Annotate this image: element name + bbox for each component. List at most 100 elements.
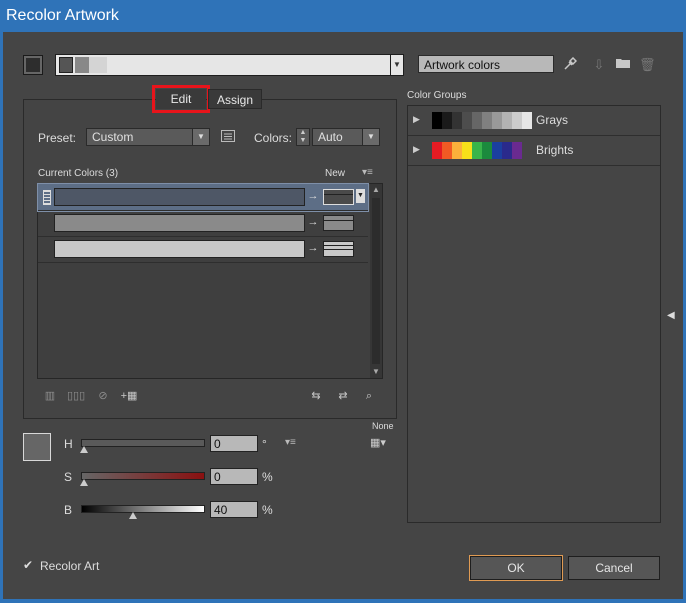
harmony-dropdown-button[interactable]: ▼	[390, 54, 404, 76]
eyedropper-icon[interactable]	[562, 56, 578, 73]
find-colors-in-artwork-icon[interactable]: ⌕	[360, 388, 378, 404]
group-color-swatch	[442, 142, 452, 159]
saturation-slider-thumb[interactable]	[80, 479, 88, 486]
hue-slider-thumb[interactable]	[80, 446, 88, 453]
group-color-swatch	[502, 112, 512, 129]
tab-assign[interactable]: Assign	[208, 89, 262, 109]
brightness-slider-thumb[interactable]	[128, 512, 137, 519]
arrow-right-icon: →	[307, 190, 319, 202]
colors-value: Auto	[318, 130, 343, 144]
delete-color-group-icon[interactable]: 🗑	[639, 57, 656, 73]
scroll-up-icon[interactable]: ▲	[370, 184, 382, 196]
group-color-swatch	[522, 112, 532, 129]
exclude-colors-icon[interactable]: ⊘	[94, 388, 112, 404]
color-group-name-field[interactable]: Artwork colors	[418, 55, 554, 73]
preset-value: Custom	[92, 130, 134, 144]
group-color-swatch	[432, 112, 442, 129]
group-color-swatch	[452, 142, 462, 159]
base-color-swatch[interactable]	[23, 55, 43, 75]
s-label: S	[64, 470, 73, 484]
hue-slider[interactable]	[81, 439, 205, 447]
color-groups-header: Color Groups	[407, 90, 467, 101]
group-color-swatch	[472, 142, 482, 159]
group-color-swatch	[512, 142, 522, 159]
slider-mode-menu-icon[interactable]: ▾≡	[285, 437, 296, 448]
color-row[interactable]: → ▼	[37, 183, 369, 212]
hue-value-field[interactable]: 0	[210, 435, 258, 452]
new-row-icon[interactable]: +▦	[120, 388, 138, 404]
harmony-color-2	[75, 57, 89, 73]
active-color-swatch[interactable]	[23, 433, 51, 461]
group-color-swatch	[462, 142, 472, 159]
merge-colors-icon[interactable]: ▥	[41, 388, 59, 404]
tab-edit[interactable]: Edit	[152, 85, 210, 113]
title-bar: Recolor Artwork	[0, 0, 686, 32]
randomly-change-order-icon[interactable]: ⇆	[307, 388, 325, 404]
new-color-swatch[interactable]	[323, 189, 354, 205]
current-colors-list: → ▼ → → ▲ ▼	[37, 183, 383, 379]
ok-button[interactable]: OK	[469, 555, 563, 581]
expand-triangle-icon[interactable]: ▶	[413, 144, 420, 155]
recolor-art-label: Recolor Art	[40, 559, 100, 573]
color-row[interactable]: →	[38, 210, 368, 237]
arrow-right-icon: →	[307, 242, 319, 254]
drag-handle-icon[interactable]	[43, 190, 51, 205]
brightness-value-field[interactable]: 40	[210, 501, 258, 518]
dialog-body: ▼ Artwork colors ⇩ 🗑 Edit Assign Preset:…	[3, 32, 683, 599]
color-reduction-options-icon[interactable]	[220, 130, 236, 146]
group-color-swatch	[462, 112, 472, 129]
current-color-bar[interactable]	[54, 214, 305, 232]
color-list-menu-icon[interactable]: ▾≡	[362, 167, 373, 178]
cancel-button[interactable]: Cancel	[568, 556, 660, 580]
harmony-color-3	[89, 57, 107, 73]
brightness-unit: %	[262, 503, 273, 517]
preset-select[interactable]: Custom ▼	[86, 128, 210, 146]
current-color-bar[interactable]	[54, 240, 305, 258]
window-title: Recolor Artwork	[6, 7, 119, 24]
group-color-swatch	[482, 112, 492, 129]
color-swatches-menu-icon[interactable]: ▦▾	[370, 436, 386, 449]
group-color-swatch	[502, 142, 512, 159]
colors-stepper[interactable]: ▲ ▼	[296, 128, 310, 146]
group-color-swatch	[472, 112, 482, 129]
scroll-track[interactable]	[372, 198, 380, 364]
save-color-group-icon[interactable]: ⇩	[591, 57, 607, 73]
color-group-row[interactable]: ▶ Brights	[408, 136, 660, 166]
expand-triangle-icon[interactable]: ▶	[413, 114, 420, 125]
brightness-slider[interactable]	[81, 505, 205, 513]
group-color-swatch	[492, 112, 502, 129]
group-color-swatch	[452, 112, 462, 129]
group-color-swatch	[432, 142, 442, 159]
saturation-value-field[interactable]: 0	[210, 468, 258, 485]
new-colors-header: New	[325, 168, 346, 179]
group-color-swatch	[442, 112, 452, 129]
collapse-panel-icon[interactable]: ◀	[667, 310, 675, 321]
color-group-name: Brights	[536, 143, 574, 157]
color-list-scrollbar[interactable]: ▲ ▼	[370, 184, 382, 378]
color-groups-list: ▶ Grays ▶ Brights	[407, 105, 661, 523]
new-color-swatch[interactable]	[323, 215, 354, 231]
group-color-swatch	[492, 142, 502, 159]
harmony-color-bar[interactable]	[55, 54, 391, 76]
scroll-down-icon[interactable]: ▼	[370, 366, 382, 378]
saturation-unit: %	[262, 470, 273, 484]
separate-colors-icon[interactable]: ▯▯▯	[67, 388, 85, 404]
hue-unit: °	[262, 437, 267, 451]
h-label: H	[64, 437, 73, 451]
colors-select[interactable]: Auto ▼	[312, 128, 380, 146]
colors-label: Colors:	[254, 131, 293, 145]
color-group-row[interactable]: ▶ Grays	[408, 106, 660, 136]
color-row[interactable]: →	[38, 236, 368, 263]
new-color-group-folder-icon[interactable]	[615, 57, 631, 73]
chevron-down-icon: ▼	[192, 129, 209, 145]
current-color-bar[interactable]	[54, 188, 305, 206]
group-color-swatch	[482, 142, 492, 159]
randomly-change-saturation-icon[interactable]: ⇄	[334, 388, 352, 404]
recolor-art-checkbox[interactable]: ✔	[23, 559, 36, 572]
saturation-slider[interactable]	[81, 472, 205, 480]
chevron-down-icon: ▼	[362, 129, 379, 145]
none-label: None	[372, 421, 394, 431]
current-colors-header: Current Colors (3)	[38, 168, 119, 179]
chevron-down-icon[interactable]: ▼	[356, 189, 365, 203]
new-color-swatch[interactable]	[323, 241, 354, 257]
